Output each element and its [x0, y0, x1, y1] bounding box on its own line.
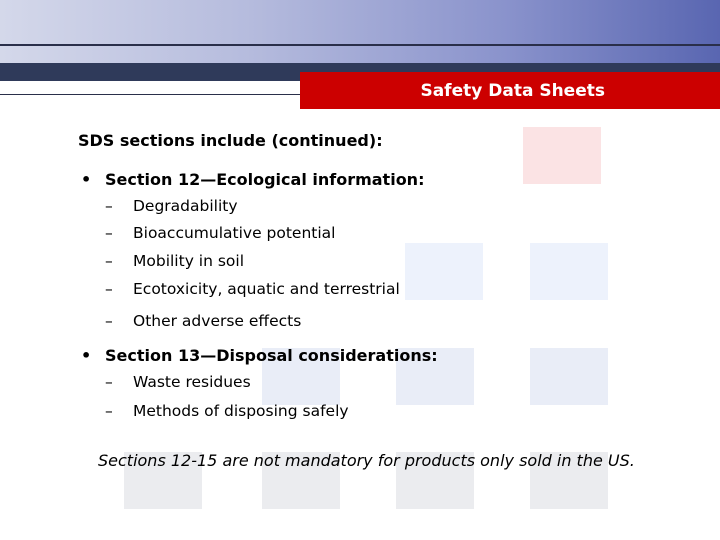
title-underline: [0, 94, 300, 95]
bullet: •: [81, 346, 92, 365]
decorative-square: [523, 127, 601, 184]
list-item: – Methods of disposing safely: [105, 402, 349, 420]
header-gradient: [0, 0, 720, 63]
header-divider-line: [0, 44, 720, 46]
footnote: Sections 12-15 are not mandatory for pro…: [98, 451, 635, 470]
decorative-square: [530, 348, 608, 405]
list-item: – Mobility in soil: [105, 252, 245, 270]
slide-title: Safety Data Sheets: [420, 80, 605, 101]
list-item: – Bioaccumulative potential: [105, 224, 336, 242]
list-item: – Degradability: [105, 197, 238, 215]
decorative-square: [405, 243, 483, 300]
list-item: – Other adverse effects: [105, 312, 302, 330]
section-12-heading: • Section 12—Ecological information:: [81, 170, 425, 189]
title-bar: Safety Data Sheets: [300, 72, 720, 109]
intro-heading: SDS sections include (continued):: [78, 131, 383, 150]
section-13-heading: • Section 13—Disposal considerations:: [81, 346, 438, 365]
bullet: •: [81, 170, 92, 189]
list-item: – Waste residues: [105, 373, 251, 391]
decorative-square: [530, 243, 608, 300]
list-item: – Ecotoxicity, aquatic and terrestrial: [105, 280, 400, 298]
